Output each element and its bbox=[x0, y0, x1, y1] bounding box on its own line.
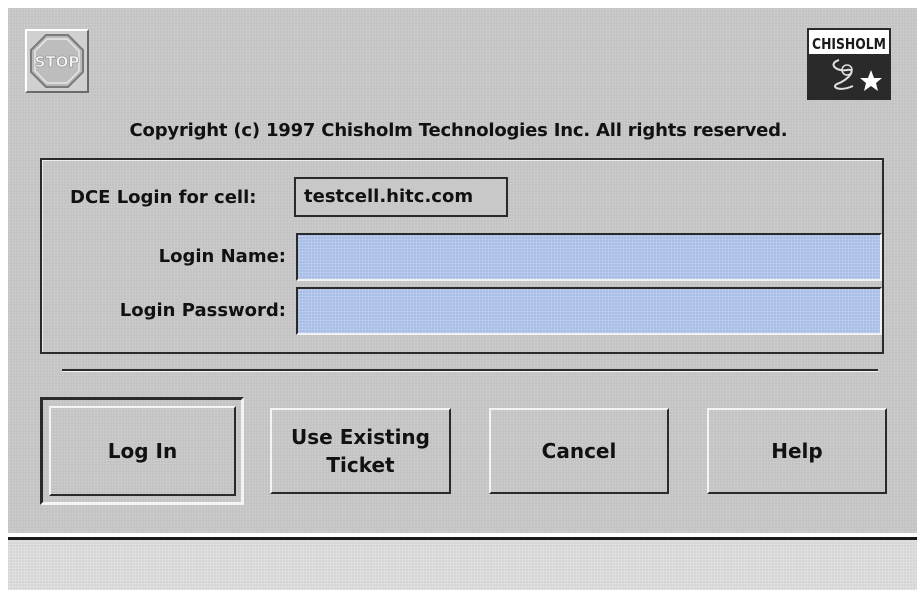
cancel-button[interactable]: Cancel bbox=[489, 408, 669, 494]
cell-label: DCE Login for cell: bbox=[70, 187, 257, 208]
stop-sign-text: STOP bbox=[35, 53, 80, 71]
login-password-label: Login Password: bbox=[119, 300, 286, 321]
help-button[interactable]: Help bbox=[707, 408, 887, 494]
status-bar bbox=[8, 537, 917, 590]
login-name-label: Login Name: bbox=[158, 246, 286, 267]
use-existing-ticket-button[interactable]: Use Existing Ticket bbox=[270, 408, 451, 494]
log-in-button[interactable]: Log In bbox=[49, 406, 236, 496]
cell-name-display: testcell.hitc.com bbox=[294, 177, 508, 217]
copyright-text: Copyright (c) 1997 Chisholm Technologies… bbox=[129, 120, 788, 141]
stop-sign-icon[interactable]: STOP bbox=[25, 29, 89, 93]
use-existing-ticket-label: Use Existing Ticket bbox=[291, 425, 430, 477]
chisholm-logo: CHISHOLM bbox=[807, 28, 891, 100]
login-password-input[interactable] bbox=[296, 287, 882, 335]
separator-line bbox=[62, 369, 878, 372]
chisholm-logo-text: CHISHOLM bbox=[812, 35, 886, 53]
login-name-input[interactable] bbox=[296, 233, 882, 281]
